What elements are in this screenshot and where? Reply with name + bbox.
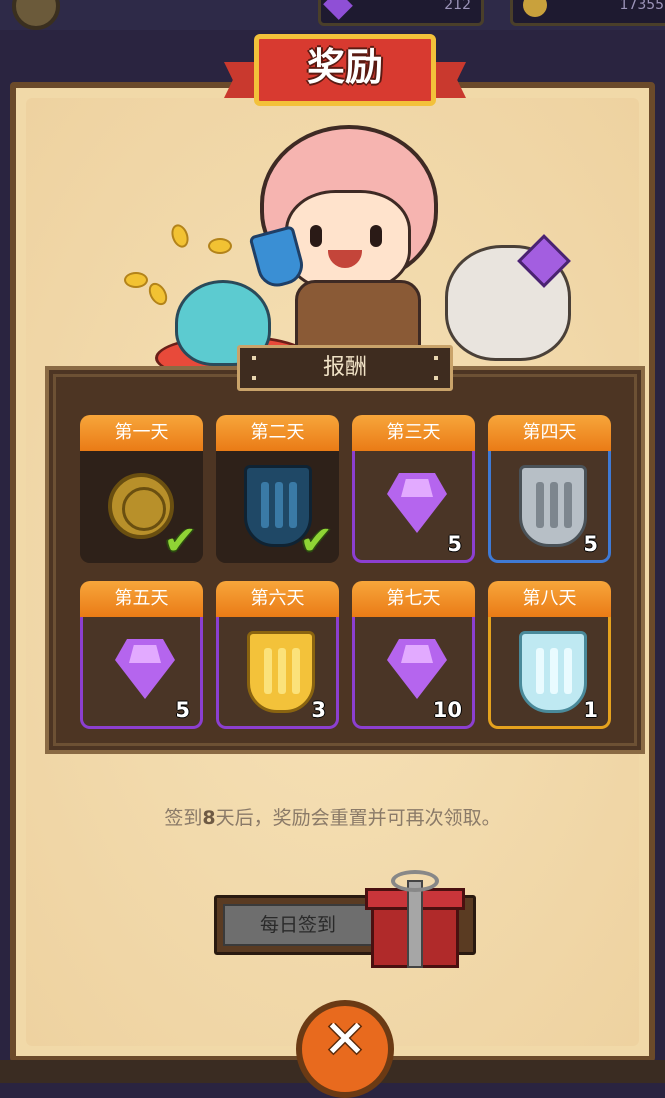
check-icon: ✔ <box>299 518 333 564</box>
board-label: 报酬 <box>237 345 453 391</box>
coin-icon <box>523 0 547 17</box>
coin-count: 173557 <box>619 0 665 13</box>
gem-counter: 212 <box>318 0 484 26</box>
day-2-reward[interactable]: 第二天 ✔ <box>216 415 339 563</box>
gem-icon <box>379 635 455 705</box>
day-8-reward[interactable]: 第八天 1 <box>488 581 611 729</box>
gift-box-icon <box>365 870 465 970</box>
gem-count: 212 <box>444 0 471 13</box>
character-illustration <box>120 120 580 381</box>
day-3-reward[interactable]: 第三天 5 <box>352 415 475 563</box>
day-5-reward[interactable]: 第五天 5 <box>80 581 203 729</box>
shield-icon <box>247 631 315 713</box>
day-6-reward[interactable]: 第六天 3 <box>216 581 339 729</box>
close-button[interactable]: ✕ <box>296 1000 394 1098</box>
dialog-title: 奖励 <box>306 45 383 89</box>
title-ribbon: 奖励 <box>224 28 466 120</box>
coin-icon <box>145 279 171 309</box>
coin-icon <box>208 238 232 254</box>
day-1-reward[interactable]: 第一天 ✔ <box>80 415 203 563</box>
reset-hint: 签到8天后，奖励会重置并可再次领取。 <box>164 807 501 829</box>
top-hud: 212 173557 <box>0 0 665 30</box>
shield-icon <box>519 631 587 713</box>
coin-icon <box>124 272 148 288</box>
settings-gear-icon[interactable] <box>12 0 60 30</box>
gem-icon <box>323 0 353 20</box>
daily-checkin-label: 每日签到 <box>223 904 373 946</box>
coin-icon <box>168 221 192 251</box>
close-icon: ✕ <box>323 1010 367 1070</box>
gem-icon <box>107 635 183 705</box>
shield-icon <box>519 465 587 547</box>
day-7-reward[interactable]: 第七天 10 <box>352 581 475 729</box>
coin-counter: 173557 <box>510 0 665 26</box>
gem-icon <box>379 469 455 539</box>
check-icon: ✔ <box>163 518 197 564</box>
day-4-reward[interactable]: 第四天 5 <box>488 415 611 563</box>
